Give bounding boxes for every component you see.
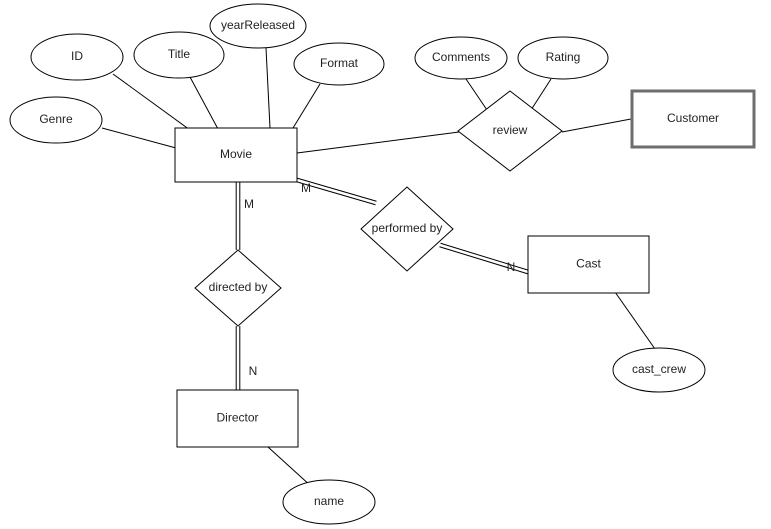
edge-stroke bbox=[292, 83, 321, 129]
attribute-comments[interactable]: Comments bbox=[414, 36, 508, 80]
edge-movie-to-performed_by[interactable] bbox=[296, 177, 377, 206]
attribute-ellipse[interactable] bbox=[30, 33, 124, 81]
attribute-yearreleased[interactable]: yearReleased bbox=[209, 3, 307, 49]
attribute-ellipse[interactable] bbox=[209, 3, 307, 49]
edge-stroke bbox=[561, 118, 632, 133]
er-diagram-svg[interactable]: reviewperformed by directed by ID Titleyea… bbox=[0, 0, 771, 529]
entity-rect[interactable] bbox=[630, 89, 756, 149]
attribute-genre[interactable]: Genre bbox=[9, 96, 103, 144]
relationship-diamond[interactable] bbox=[194, 249, 282, 327]
cardinality-card-movie-directed: M bbox=[244, 197, 254, 211]
edge-stroke bbox=[189, 76, 219, 130]
relationship-review[interactable]: review bbox=[457, 90, 563, 172]
edge-stroke bbox=[530, 78, 552, 111]
edge-stroke bbox=[112, 73, 191, 131]
relationship-directed_by[interactable]: directed by bbox=[194, 249, 282, 327]
edge-directed_by-to-director[interactable] bbox=[235, 326, 241, 390]
edge-stroke bbox=[267, 446, 313, 488]
edge-stroke bbox=[465, 78, 488, 111]
edge-stroke-b bbox=[440, 242, 529, 271]
edge-title-to-movie[interactable] bbox=[189, 76, 219, 130]
relationship-diamond[interactable] bbox=[457, 90, 563, 172]
cardinality-card-performed-cast: N bbox=[507, 260, 516, 274]
edge-genre-to-movie[interactable] bbox=[101, 127, 177, 149]
entity-rect[interactable] bbox=[176, 389, 299, 448]
edge-stroke bbox=[101, 127, 177, 149]
er-diagram-canvas[interactable]: review performed by directed by ID Title yea… bbox=[0, 0, 771, 529]
entity-cast[interactable]: Cast bbox=[527, 235, 650, 294]
edge-stroke bbox=[265, 47, 271, 129]
entities-layer: Movie Customer Cast Director bbox=[174, 89, 756, 448]
edge-id-to-movie[interactable] bbox=[112, 73, 191, 131]
relationships-layer: reviewperformed by directed by bbox=[194, 90, 563, 327]
edge-movie-to-review[interactable] bbox=[296, 131, 460, 154]
edge-movie-to-directed_by[interactable] bbox=[235, 182, 241, 250]
edge-cast-to-cast_crew[interactable] bbox=[614, 291, 656, 350]
attribute-id[interactable]: ID bbox=[30, 33, 124, 81]
relationship-performed_by[interactable]: performed by bbox=[360, 186, 454, 272]
attribute-rating[interactable]: Rating bbox=[517, 36, 609, 80]
attribute-title[interactable]: Title bbox=[133, 31, 225, 79]
attribute-ellipse[interactable] bbox=[282, 479, 376, 525]
edge-yearreleased-to-movie[interactable] bbox=[265, 47, 271, 129]
cardinalities-layer: MMNN bbox=[244, 181, 515, 378]
entity-movie[interactable]: Movie bbox=[174, 127, 298, 183]
edge-stroke-a bbox=[296, 181, 376, 206]
entity-rect[interactable] bbox=[527, 235, 650, 294]
attribute-ellipse[interactable] bbox=[133, 31, 225, 79]
attribute-ellipse[interactable] bbox=[612, 347, 706, 393]
edge-stroke-a bbox=[439, 246, 528, 275]
attribute-ellipse[interactable] bbox=[293, 42, 385, 86]
attribute-format[interactable]: Format bbox=[293, 42, 385, 86]
entity-customer[interactable]: Customer bbox=[630, 89, 756, 149]
cardinality-card-directed-director: N bbox=[249, 364, 258, 378]
edge-comments-to-review[interactable] bbox=[465, 78, 488, 111]
edge-rating-to-review[interactable] bbox=[530, 78, 552, 111]
attribute-ellipse[interactable] bbox=[517, 36, 609, 80]
edge-director-to-name[interactable] bbox=[267, 446, 313, 488]
edge-review-to-customer[interactable] bbox=[561, 118, 632, 133]
edge-performed_by-to-cast[interactable] bbox=[439, 242, 529, 275]
entity-rect[interactable] bbox=[174, 127, 298, 183]
attribute-ellipse[interactable] bbox=[414, 36, 508, 80]
edge-stroke-b bbox=[297, 177, 377, 202]
attribute-cast_crew[interactable]: cast_crew bbox=[612, 347, 706, 393]
attribute-ellipse[interactable] bbox=[9, 96, 103, 144]
edge-stroke bbox=[614, 291, 656, 350]
attribute-name[interactable]: name bbox=[282, 479, 376, 525]
edge-stroke bbox=[296, 131, 460, 154]
relationship-diamond[interactable] bbox=[360, 186, 454, 272]
entity-director[interactable]: Director bbox=[176, 389, 299, 448]
edge-format-to-movie[interactable] bbox=[292, 83, 321, 129]
